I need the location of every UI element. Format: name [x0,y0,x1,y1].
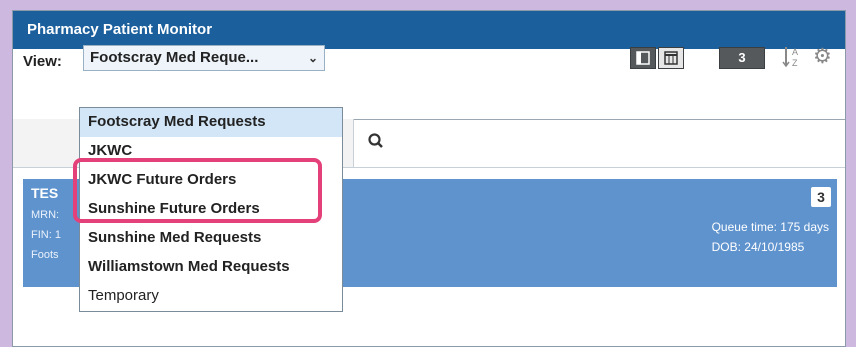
svg-text:Z: Z [792,58,798,68]
view-select-value: Footscray Med Reque... [90,49,259,66]
count-badge: 3 [719,47,765,69]
view-label: View: [23,53,62,70]
patient-queue-info: Queue time: 175 days DOB: 24/10/1985 [712,217,829,257]
dropdown-option[interactable]: Williamstown Med Requests [80,253,342,282]
svg-text:A: A [792,47,798,57]
queue-time: Queue time: 175 days [711,220,829,234]
patient-mrn: MRN: [31,209,60,221]
list-view-button[interactable] [630,47,656,69]
patient-location: Foots [31,249,59,261]
gear-icon[interactable]: ⚙ [813,44,832,69]
table-view-button[interactable] [658,47,684,69]
patient-fin: FIN: 1 [31,229,61,241]
patient-count-badge: 3 [811,187,831,207]
sort-az-icon[interactable]: A Z [782,45,804,70]
dropdown-option[interactable]: Sunshine Med Requests [80,224,342,253]
table-view-icon [664,51,678,65]
highlight-annotation [73,158,322,223]
dropdown-option[interactable]: Temporary [80,282,342,311]
window-title: Pharmacy Patient Monitor [13,11,845,49]
patient-name: TES [31,185,59,201]
patient-dob: DOB: 24/10/1985 [711,240,805,254]
search-icon[interactable] [368,133,384,149]
chevron-down-icon: ⌄ [307,51,318,65]
list-view-icon [636,51,650,65]
view-select[interactable]: Footscray Med Reque... ⌄ [83,45,325,71]
dropdown-option[interactable]: Footscray Med Requests [80,108,342,137]
